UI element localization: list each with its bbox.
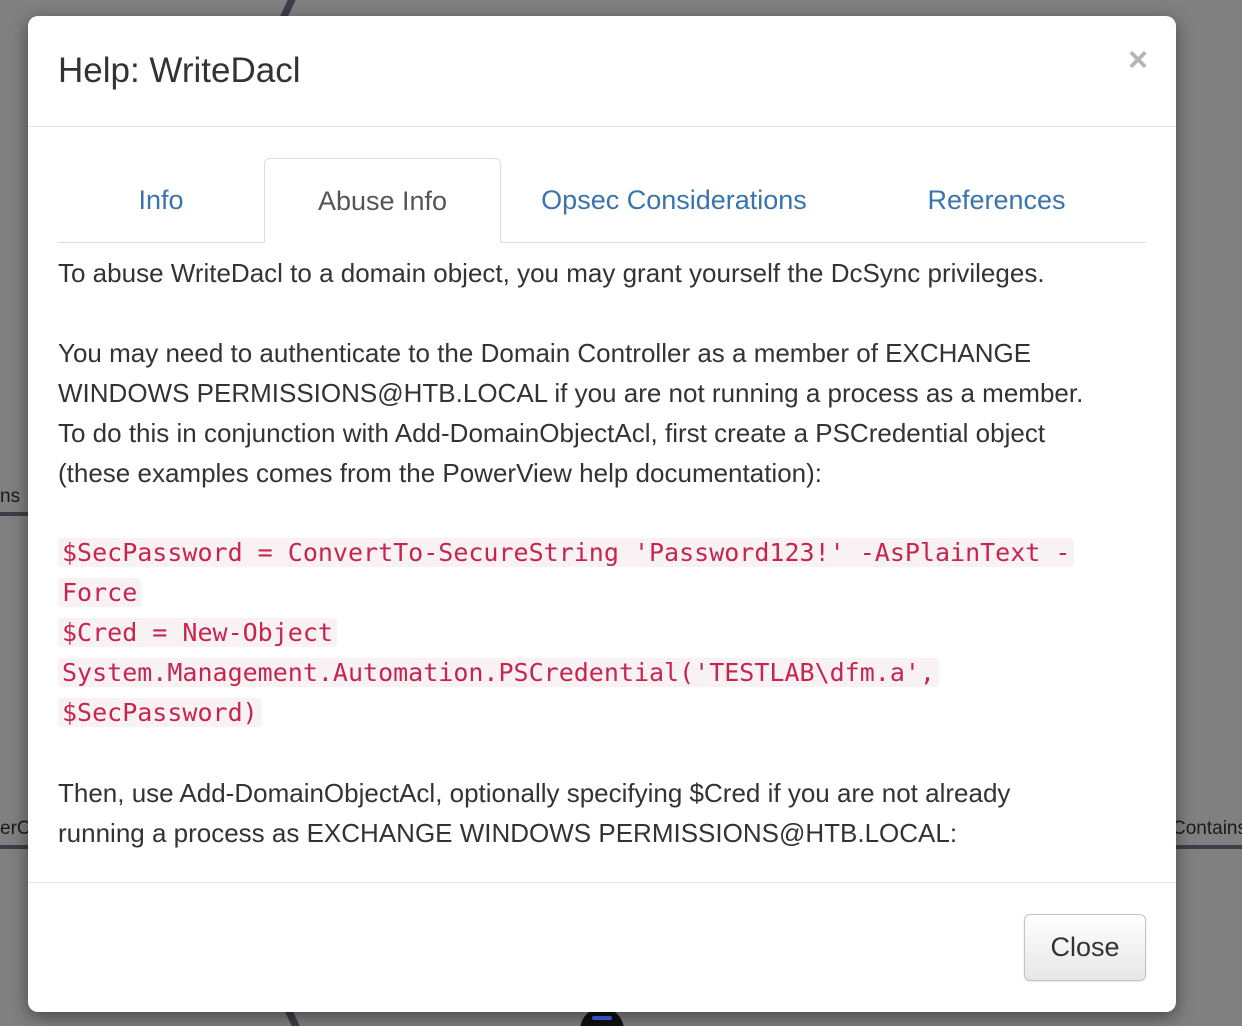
text-line: WINDOWS PERMISSIONS@HTB.LOCAL if you are…: [58, 378, 1084, 408]
text-line: To do this in conjunction with Add-Domai…: [58, 418, 1046, 448]
graph-edge-label: ns: [0, 486, 21, 507]
modal-footer: Close: [28, 882, 1176, 1012]
graph-edge-label: Contains: [1172, 818, 1242, 839]
abuse-info-content: To abuse WriteDacl to a domain object, y…: [58, 253, 1146, 853]
graph-edge: [284, 1010, 300, 1026]
tab-abuse-info[interactable]: Abuse Info: [264, 158, 501, 243]
modal-header: Help: WriteDacl ×: [28, 16, 1176, 127]
code-line: $SecPassword = ConvertTo-SecureString 'P…: [58, 538, 1075, 567]
close-button[interactable]: Close: [1024, 914, 1146, 981]
code-line: $SecPassword): [58, 698, 262, 727]
tab-bar: Info Abuse Info Opsec Considerations Ref…: [58, 158, 1146, 243]
text-line: (these examples comes from the PowerView…: [58, 458, 823, 488]
graph-edge: [0, 845, 30, 849]
usage-text: Then, use Add-DomainObjectAcl, optionall…: [58, 773, 1146, 853]
graph-edge: [0, 512, 30, 516]
text-line: Then, use Add-DomainObjectAcl, optionall…: [58, 778, 1011, 808]
code-line: System.Management.Automation.PSCredentia…: [58, 658, 939, 687]
code-line: $Cred = New-Object: [58, 618, 337, 647]
close-icon[interactable]: ×: [1128, 40, 1148, 80]
tab-info[interactable]: Info: [58, 158, 264, 241]
code-line: Force: [58, 578, 142, 607]
graph-edge: [1176, 845, 1242, 849]
auth-instructions-text: You may need to authenticate to the Doma…: [58, 333, 1146, 493]
text-line: running a process as EXCHANGE WINDOWS PE…: [58, 818, 958, 848]
modal-body: Info Abuse Info Opsec Considerations Ref…: [58, 158, 1146, 853]
text-line: You may need to authenticate to the Doma…: [58, 338, 1032, 368]
abuse-intro-text: To abuse WriteDacl to a domain object, y…: [58, 258, 1045, 288]
help-modal: Help: WriteDacl × Info Abuse Info Opsec …: [28, 16, 1176, 1012]
tab-opsec-considerations[interactable]: Opsec Considerations: [501, 158, 847, 241]
tab-references[interactable]: References: [847, 158, 1146, 241]
graph-edge-label: erC: [0, 818, 31, 839]
code-snippet: $SecPassword = ConvertTo-SecureString 'P…: [58, 533, 1146, 733]
modal-title: Help: WriteDacl: [58, 51, 301, 90]
